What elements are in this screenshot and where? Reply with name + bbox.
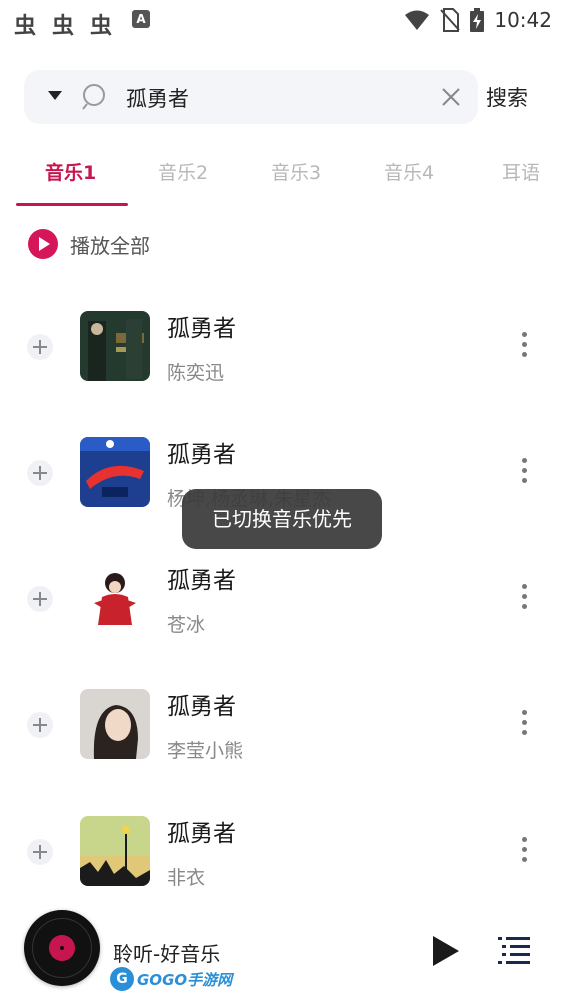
bug-icon: 虫: [14, 14, 37, 39]
album-cover: [80, 311, 150, 381]
status-time: 10:42: [494, 8, 552, 32]
list-item[interactable]: 孤勇者 苍冰: [0, 553, 564, 663]
gogo-logo-icon: G: [110, 967, 134, 991]
no-sim-icon: [440, 8, 461, 32]
bug-icon: 虫: [90, 14, 113, 39]
play-all-button[interactable]: 播放全部: [28, 228, 150, 260]
tab-whisper[interactable]: 耳语: [502, 158, 540, 185]
more-icon[interactable]: [517, 584, 531, 614]
wifi-icon: [405, 10, 430, 30]
search-bar[interactable]: 孤勇者: [24, 70, 478, 124]
search-icon: [82, 84, 105, 110]
more-icon[interactable]: [517, 332, 531, 362]
tab-music-3[interactable]: 音乐3: [271, 158, 321, 185]
search-input[interactable]: 孤勇者: [126, 83, 189, 113]
tab-music-2[interactable]: 音乐2: [158, 158, 208, 185]
song-artist: 李莹小熊: [167, 740, 244, 762]
toast-message: 已切换音乐优先: [182, 489, 382, 549]
status-icons: 10:42: [404, 6, 552, 34]
album-cover: [80, 437, 150, 507]
add-icon[interactable]: [27, 586, 53, 612]
add-icon[interactable]: [27, 839, 53, 865]
song-title: 孤勇者: [167, 568, 236, 594]
a-icon: A: [132, 10, 150, 28]
clear-icon[interactable]: [438, 84, 464, 110]
bug-icon: 虫: [52, 14, 75, 39]
more-icon[interactable]: [517, 458, 531, 488]
battery-charging-icon: [470, 8, 485, 32]
play-all-label: 播放全部: [70, 233, 150, 258]
vinyl-disc-icon[interactable]: [24, 910, 100, 986]
more-icon[interactable]: [517, 710, 531, 740]
song-title: 孤勇者: [167, 442, 236, 468]
playlist-icon[interactable]: [498, 934, 530, 966]
song-title: 孤勇者: [167, 821, 236, 847]
album-cover: [80, 563, 150, 633]
song-title: 孤勇者: [167, 694, 236, 720]
add-icon[interactable]: [27, 460, 53, 486]
album-cover: [80, 816, 150, 886]
status-bar: 虫 虫 虫 A 10:42: [0, 0, 564, 40]
mini-player[interactable]: 聆听-好音乐 G GOGO手游网: [0, 910, 564, 1002]
add-icon[interactable]: [27, 334, 53, 360]
search-button[interactable]: 搜索: [486, 82, 528, 112]
player-title: 聆听-好音乐: [113, 942, 221, 966]
list-item[interactable]: 孤勇者 李莹小熊: [0, 679, 564, 789]
song-artist: 苍冰: [167, 614, 206, 636]
tab-music-4[interactable]: 音乐4: [384, 158, 434, 185]
tab-indicator: [16, 203, 128, 206]
dropdown-caret-icon[interactable]: [48, 91, 62, 100]
song-title: 孤勇者: [167, 316, 236, 342]
list-item[interactable]: 孤勇者 非衣: [0, 806, 564, 916]
more-icon[interactable]: [517, 837, 531, 867]
play-circle-icon: [28, 229, 58, 259]
song-artist: 非衣: [167, 867, 206, 889]
tab-music-1[interactable]: 音乐1: [45, 158, 96, 185]
tab-bar: 音乐1 音乐2 音乐3 音乐4 耳语: [0, 150, 564, 206]
add-icon[interactable]: [27, 712, 53, 738]
play-icon[interactable]: [433, 936, 459, 966]
watermark-logo: G GOGO手游网: [110, 966, 232, 992]
album-cover: [80, 689, 150, 759]
list-item[interactable]: 孤勇者 陈奕迅: [0, 301, 564, 411]
watermark-text: GOGO手游网: [137, 970, 233, 989]
song-artist: 陈奕迅: [167, 362, 225, 384]
